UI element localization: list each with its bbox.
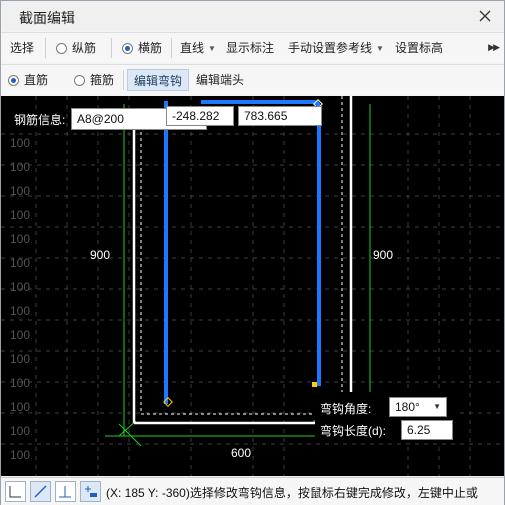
hook-handle[interactable] <box>312 382 317 387</box>
cover-lines <box>140 96 343 415</box>
longitudinal-radio[interactable]: 纵筋 <box>56 39 96 57</box>
straight-radio[interactable]: 直筋 <box>8 71 48 89</box>
grid-label: 100 <box>10 208 31 222</box>
chevron-down-icon: ▼ <box>376 44 384 53</box>
hook-length-input[interactable]: 6.25 <box>401 420 453 440</box>
grid-label: 100 <box>10 184 31 198</box>
edit-hook-button[interactable]: 编辑弯钩 <box>127 69 190 91</box>
drawing-canvas[interactable]: 100 100 100 100 100 100 100 100 100 100 … <box>1 96 504 476</box>
hook-angle-select[interactable]: 180° ▼ <box>389 397 447 417</box>
ortho-icon[interactable] <box>5 481 26 502</box>
angle-snap-icon[interactable] <box>30 481 51 502</box>
more-icon[interactable]: ▶▶ <box>488 42 500 53</box>
chevron-down-icon: ▼ <box>433 402 441 411</box>
rebar-line[interactable] <box>164 101 321 404</box>
radio-icon <box>56 43 67 54</box>
section-edit-window: 截面编辑 选择 纵筋 横筋 直线 ▼ 显示标注 手动设置参考线 ▼ 设置标高 ▶▶ … <box>0 0 505 505</box>
select-button[interactable]: 选择 <box>10 39 34 57</box>
set-elevation-button[interactable]: 设置标高 <box>395 39 443 57</box>
grid-label: 100 <box>10 424 31 438</box>
dim-bottom-label: 600 <box>231 446 252 460</box>
close-icon[interactable] <box>474 5 496 27</box>
grid-label: 100 <box>10 448 31 462</box>
transverse-label: 横筋 <box>138 41 163 55</box>
title-bar: 截面编辑 <box>1 1 504 31</box>
snap-add-icon[interactable] <box>80 481 101 502</box>
grid-label: 100 <box>10 256 31 270</box>
main-toolbar: 选择 纵筋 横筋 直线 ▼ 显示标注 手动设置参考线 ▼ 设置标高 ▶▶ <box>1 32 504 63</box>
show-dims-button[interactable]: 显示标注 <box>226 39 274 57</box>
hook-angle-value: 180° <box>395 400 420 414</box>
toolbar-divider <box>123 70 124 90</box>
edit-end-button[interactable]: 编辑端头 <box>196 71 244 89</box>
coord-x-input[interactable]: -248.282 <box>166 106 234 126</box>
grid-label: 100 <box>10 232 31 246</box>
radio-selected-icon <box>8 75 19 86</box>
hook-panel: 弯钩角度: 180° ▼ 弯钩长度(d): 6.25 <box>315 392 455 442</box>
line-dropdown[interactable]: 直线 ▼ <box>180 39 216 57</box>
grid-label: 100 <box>10 352 31 366</box>
hook-angle-label: 弯钩角度: <box>320 402 372 416</box>
chevron-down-icon: ▼ <box>208 44 216 53</box>
window-title: 截面编辑 <box>19 10 75 26</box>
grid-label: 100 <box>10 160 31 174</box>
grid-label: 100 <box>10 328 31 342</box>
perpendicular-icon-svg <box>59 486 71 498</box>
radio-selected-icon <box>122 43 133 54</box>
radio-icon <box>74 75 85 86</box>
angle-snap-icon-svg <box>34 485 47 498</box>
grid-label: 100 <box>10 136 31 150</box>
longitudinal-label: 纵筋 <box>72 41 97 55</box>
toolbar-divider <box>111 38 112 58</box>
rebar-info-label: 钢筋信息: <box>14 113 66 127</box>
perpendicular-icon[interactable] <box>55 481 76 502</box>
manual-ref-label: 手动设置参考线 <box>288 41 373 55</box>
manual-ref-dropdown[interactable]: 手动设置参考线 ▼ <box>288 39 384 57</box>
transverse-radio[interactable]: 横筋 <box>122 39 162 57</box>
toolbar-divider <box>171 38 172 58</box>
status-message: (X: 185 Y: -360)选择修改弯钩信息，按鼠标右键完成修改，左键中止或 <box>106 486 478 500</box>
dim-left-label: 900 <box>90 248 111 262</box>
dim-right-label: 900 <box>373 248 394 262</box>
straight-label: 直筋 <box>24 73 49 87</box>
sub-toolbar: 直筋 箍筋 编辑弯钩 编辑端头 <box>1 64 504 95</box>
status-bar: (X: 185 Y: -360)选择修改弯钩信息，按鼠标右键完成修改，左键中止或 <box>1 477 504 505</box>
ortho-icon-svg <box>9 486 21 498</box>
grid-label: 100 <box>10 280 31 294</box>
toolbar-divider <box>45 38 46 58</box>
hook-length-label: 弯钩长度(d): <box>320 424 387 438</box>
line-label: 直线 <box>180 41 205 55</box>
stirrup-label: 箍筋 <box>90 73 115 87</box>
grid-label: 100 <box>10 376 31 390</box>
grid-label: 100 <box>10 304 31 318</box>
grid-label: 100 <box>10 400 31 414</box>
stirrup-radio[interactable]: 箍筋 <box>74 71 114 89</box>
coord-y-input[interactable]: 783.665 <box>238 106 322 126</box>
snap-add-icon-svg <box>85 486 97 497</box>
